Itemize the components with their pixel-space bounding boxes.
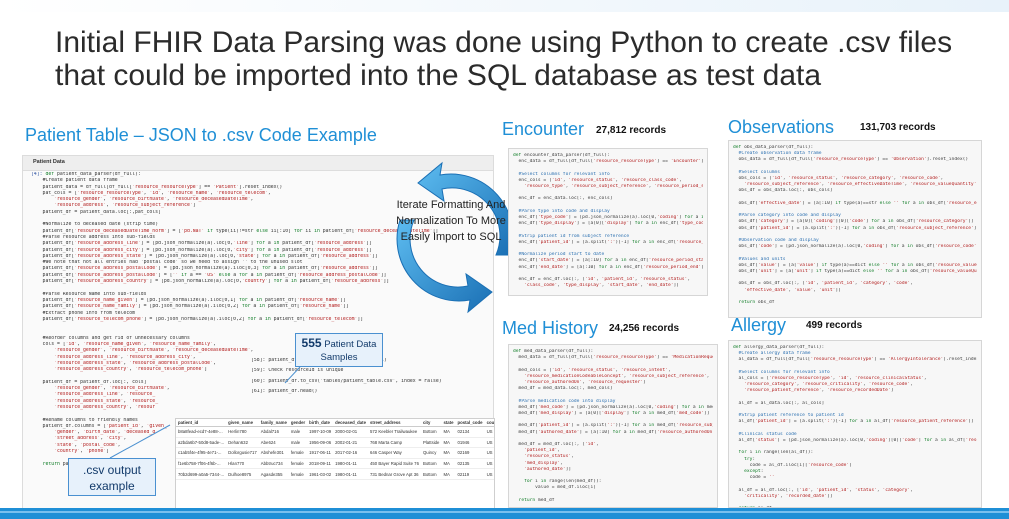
footer-stripe <box>0 511 1009 513</box>
slide-title: Initial FHIR Data Parsing was done using… <box>55 26 953 92</box>
allergy-count: 499 records <box>806 320 863 331</box>
patient-samples-callout: 555 Patient Data Samples <box>295 333 383 367</box>
table-cell: Dollorgusie717 <box>226 447 259 459</box>
table-row: a2bda6b7-50d8-5ade-... Dehan632 Abe624 male… <box>176 437 494 449</box>
table-cell: female <box>288 468 308 480</box>
table-cell: Quincy <box>420 447 442 459</box>
table-cell: Bottom <box>420 426 442 438</box>
table-cell: 1980-01-11 <box>333 458 368 470</box>
table-header-cell: birth_date <box>307 419 334 427</box>
observations-count: 131,703 records <box>860 122 936 133</box>
med-history-code-screenshot: def med_data_parser(df_full): med_data =… <box>508 344 718 508</box>
table-cell: 1917-06-11 <box>307 447 334 459</box>
footer-bar <box>0 508 1009 519</box>
patient-count: 555 <box>301 336 322 350</box>
table-cell: MA <box>441 468 456 480</box>
csv-output-table: patient_id given_name family_name gender bir… <box>175 418 495 512</box>
table-cell: 1961-03-02 <box>307 468 334 480</box>
table-cell: Plattside <box>420 437 442 449</box>
top-gradient-band <box>0 0 1009 12</box>
table-cell: 02135 <box>455 458 485 470</box>
table-cell: 2018-09-11 <box>307 458 334 470</box>
table-cell: 1980-01-11 <box>333 468 368 480</box>
table-header-cell: deceased_date <box>333 419 368 427</box>
table-cell: Abshefe301 <box>258 447 289 459</box>
table-cell: 02169 <box>455 447 485 459</box>
table-cell: Agasde355 <box>258 468 289 480</box>
table-cell: MA <box>441 458 456 470</box>
table-cell: MA <box>441 426 456 438</box>
table-cell: b8a8fead-ecd7-4e88-... <box>176 426 227 438</box>
table-cell: Dehan632 <box>226 437 259 449</box>
table-cell: 1956-09-06 <box>307 437 334 449</box>
table-cell: Hlan770 <box>226 458 259 470</box>
table-cell: US <box>484 468 494 480</box>
table-cell: 572 Keebler Trailwaukee <box>367 426 421 438</box>
med-history-title: Med History <box>502 318 599 338</box>
table-cell: Abe624 <box>258 437 289 449</box>
table-row: 70b2d699-a0a5-7344-... Dulhoe8975 Agasde35… <box>176 468 494 480</box>
table-cell: 768 Marta Camp <box>367 437 421 449</box>
table-row: c1ab5f4e-4f95-4e71-... Dollorgusie717 Absh… <box>176 447 494 459</box>
table-cell: US <box>484 458 494 470</box>
observations-title: Observations <box>728 117 835 137</box>
table-cell: female <box>288 447 308 459</box>
table-cell: Herlin780 <box>226 426 259 438</box>
patient-section-title: Patient Table – JSON to .csv Code Exampl… <box>25 125 377 145</box>
table-row: b8a8fead-ecd7-4e88-... Herlin780 Abdal716 m… <box>176 426 494 438</box>
table-row: f1e6b758-7f06-4f6b-... Hlan770 Abbtruc734 f… <box>176 458 494 470</box>
table-cell: male <box>288 437 308 449</box>
table-cell: 02134 <box>455 426 485 438</box>
table-header-cell: city <box>420 419 442 427</box>
patient-samples-label: Patient Data Samples <box>320 339 377 363</box>
table-header-cell: family_name <box>258 419 289 427</box>
observations-code-screenshot: def obs_data_parser(df_full): #Create ob… <box>728 140 982 318</box>
table-cell: Bottom <box>420 468 442 480</box>
notebook-cell-line: [60]: patient_df.to_csv('tables/patient_… <box>251 378 442 384</box>
table-cell: 1997-10-09 <box>307 426 334 438</box>
table-cell: Dulhoe8975 <box>226 468 259 480</box>
csv-output-label: .csv output example <box>68 458 156 496</box>
allergy-code-screenshot: def allergy_data_parser(df_full): #Creat… <box>728 340 982 508</box>
notebook-cell-line: [61]: patient_df.head() <box>251 388 318 394</box>
table-header-cell: postal_code <box>455 419 485 427</box>
table-cell: 731 Bednar Grove Apt 36 <box>367 468 421 480</box>
iteration-caption: Iterate Formatting And Normalization To … <box>396 199 506 243</box>
table-cell: 2002-01-21 <box>333 437 368 449</box>
encounter-count: 27,812 records <box>596 125 667 136</box>
table-cell: Abdal716 <box>258 426 289 438</box>
table-cell: 70b2d699-a0a5-7344-... <box>176 468 227 480</box>
table-cell: US <box>484 426 494 438</box>
table-cell: 450 Bayer Rapid Suite 76 <box>367 458 421 470</box>
table-cell: male <box>288 426 308 438</box>
notebook-cell-line: [59]: Check resourceId is unique <box>251 368 344 374</box>
table-cell: 2017-02-16 <box>333 447 368 459</box>
table-cell: US <box>484 447 494 459</box>
allergy-title: Allergy <box>731 315 787 335</box>
table-cell: c1ab5f4e-4f95-4e71-... <box>176 447 227 459</box>
table-header-cell: street_address <box>367 419 421 427</box>
table-cell: female <box>288 458 308 470</box>
table-header-cell: state <box>441 419 456 427</box>
table-cell: f1e6b758-7f06-4f6b-... <box>176 458 227 470</box>
notebook-header-text: Patient Data <box>33 159 65 165</box>
table-header-cell: given_name <box>226 419 259 427</box>
table-cell: 2000-02-01 <box>333 426 368 438</box>
table-cell: Bottom <box>420 458 442 470</box>
table-header-cell: country <box>484 419 494 427</box>
encounter-title: Encounter <box>502 119 585 139</box>
table-cell: 02119 <box>455 468 485 480</box>
table-header-cell: patient_id <box>176 419 227 427</box>
table-cell: MA <box>441 447 456 459</box>
table-cell: MA <box>441 437 456 449</box>
encounter-code-screenshot: def encounter_data_parser(df_full): enc_… <box>508 148 708 296</box>
med-history-count: 24,256 records <box>609 323 680 334</box>
table-cell: 646 Casper Way <box>367 447 421 459</box>
table-header-cell: gender <box>288 419 308 427</box>
table-cell: a2bda6b7-50d8-5ade-... <box>176 437 227 449</box>
table-cell: 01946 <box>455 437 485 449</box>
table-cell: Abbtruc734 <box>258 458 289 470</box>
table-cell: US <box>484 437 494 449</box>
